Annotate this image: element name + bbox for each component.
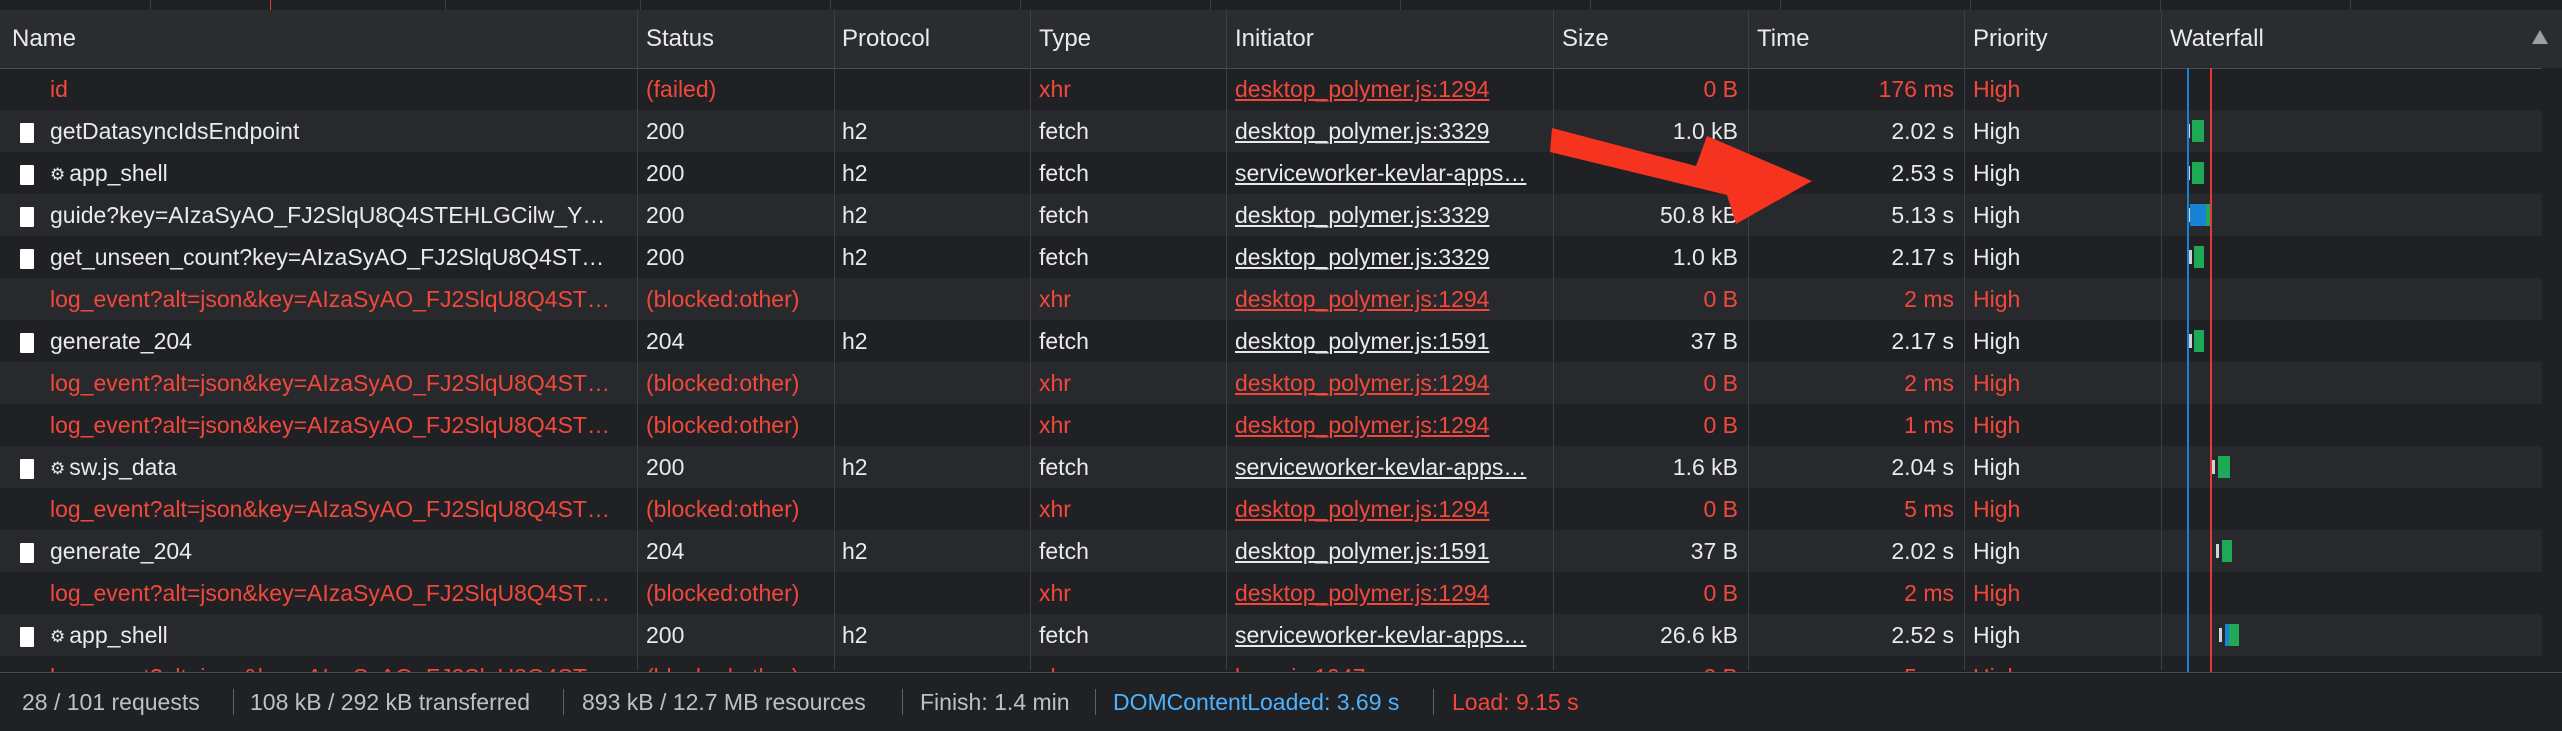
- status-divider: [1433, 689, 1434, 715]
- status-divider: [1095, 689, 1096, 715]
- status-divider: [902, 689, 903, 715]
- status-divider: [233, 689, 234, 715]
- status-divider: [563, 689, 564, 715]
- requests-count: 28 / 101 requests: [22, 689, 200, 715]
- status-bar: 28 / 101 requests 108 kB / 292 kB transf…: [0, 672, 2562, 731]
- load-time: Load: 9.15 s: [1452, 689, 1579, 715]
- annotation-arrow-icon: [1550, 128, 1812, 224]
- transferred-size: 108 kB / 292 kB transferred: [250, 689, 530, 715]
- resources-size: 893 kB / 12.7 MB resources: [582, 689, 866, 715]
- domcontentloaded-time: DOMContentLoaded: 3.69 s: [1113, 689, 1400, 715]
- finish-time: Finish: 1.4 min: [920, 689, 1070, 715]
